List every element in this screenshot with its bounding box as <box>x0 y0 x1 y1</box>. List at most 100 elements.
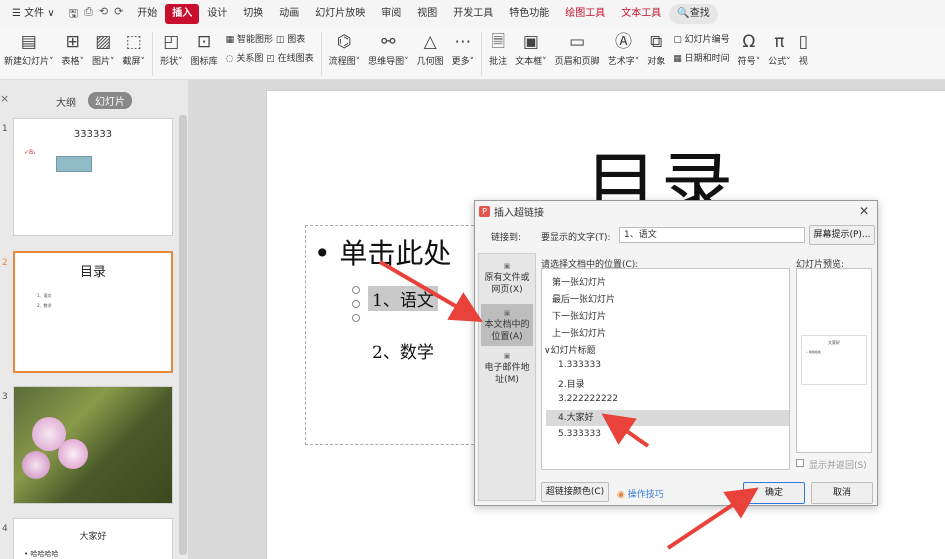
panel-scrollbar[interactable] <box>179 115 187 555</box>
table-icon: ⊞ <box>65 32 80 52</box>
object-button[interactable]: ⧉ 对象 <box>643 30 669 67</box>
video-button[interactable]: ▯ 视 <box>795 30 812 67</box>
link-color-button[interactable]: 超链接颜色(C) <box>541 482 609 502</box>
slide-thumbnail-4[interactable]: 大家好 • 哈哈哈哈 <box>13 518 173 559</box>
screen-tip-button[interactable]: 屏幕提示(P)... <box>809 225 875 245</box>
shape-button[interactable]: ◰ 形状˅ <box>156 30 187 67</box>
resize-handle[interactable] <box>352 286 360 294</box>
slide-thumbnail-1[interactable]: 333333 ✓B₁ <box>13 118 173 236</box>
tab-view[interactable]: 视图 <box>409 4 445 24</box>
slide-preview: 大家好 • 哈哈哈哈 <box>796 268 872 453</box>
wps-logo-icon: P <box>479 205 490 217</box>
tree-item[interactable]: 第一张幻灯片 <box>552 275 606 288</box>
tab-features[interactable]: 特色功能 <box>501 4 557 24</box>
slide-number: 3 <box>2 392 8 402</box>
undo-icon[interactable]: ⟲ <box>99 5 108 24</box>
document-place-tree[interactable]: 第一张幻灯片 最后一张幻灯片 下一张幻灯片 上一张幻灯片 ∨幻灯片标题 1.33… <box>541 268 790 470</box>
preview-text: • 哈哈哈哈 <box>806 350 821 354</box>
flowchart-icon: ⌬ <box>336 32 352 52</box>
insert-hyperlink-dialog: P 插入超链接 ✕ 链接到: 要显示的文字(T): 1、语文 屏幕提示(P)..… <box>474 200 878 506</box>
geometry-icon: △ <box>423 32 437 52</box>
wordart-button[interactable]: Ⓐ 艺术字˅ <box>604 30 644 67</box>
cancel-button[interactable]: 取消 <box>811 482 873 504</box>
tab-design[interactable]: 设计 <box>199 4 235 24</box>
mindmap-button[interactable]: ⚯ 思维导图˅ <box>364 30 413 67</box>
ok-button[interactable]: 确定 <box>743 482 805 504</box>
nav-existing-file[interactable]: ▣ 原有文件或网页(X) <box>481 260 533 296</box>
datetime-button[interactable]: ▦ 日期和时间 <box>673 51 729 64</box>
flower-image <box>58 439 88 469</box>
slide-number-button[interactable]: ▢ 幻灯片编号 <box>673 32 729 45</box>
comment-button[interactable]: 🗏 批注 <box>485 30 511 67</box>
thumb-title: 大家好 <box>79 532 107 542</box>
tab-transition[interactable]: 切换 <box>235 4 271 24</box>
dialog-titlebar: P 插入超链接 ✕ <box>475 201 877 221</box>
shape-icon: ◰ <box>163 32 180 52</box>
tab-review[interactable]: 审阅 <box>373 4 409 24</box>
resize-handle[interactable] <box>352 300 360 308</box>
flowchart-button[interactable]: ⌬ 流程图˅ <box>325 30 365 67</box>
table-button[interactable]: ⊞ 表格˅ <box>58 30 89 67</box>
panel-tabs: × 大纲 幻灯片 <box>0 92 188 110</box>
tab-insert[interactable]: 插入 <box>165 4 200 24</box>
formula-button[interactable]: π 公式˅ <box>764 30 795 67</box>
display-text-input[interactable]: 1、语文 <box>619 227 805 243</box>
smart-art-button[interactable]: ▦ 智能图形 ◫ 图表 <box>226 32 314 45</box>
tab-outline[interactable]: 大纲 <box>56 94 76 109</box>
tab-drawing-tools[interactable]: 绘图工具 <box>557 4 613 24</box>
tab-slideshow[interactable]: 幻灯片放映 <box>307 4 373 24</box>
tree-item-selected[interactable]: 4.大家好 <box>546 410 789 426</box>
slide-thumbnail-3[interactable] <box>13 386 173 504</box>
menu-bar: ☰ 文件 ∨ 🖫 ⎙ ⟲ ⟳ 开始 插入 设计 切换 动画 幻灯片放映 审阅 视… <box>0 0 945 28</box>
tab-animation[interactable]: 动画 <box>271 4 307 24</box>
more-icon: ⋯ <box>454 32 472 52</box>
smartart-group: ▦ 智能图形 ◫ 图表 ◌ 关系图 ◰ 在线图表 <box>222 30 318 66</box>
geometry-button[interactable]: △ 几何图 <box>413 30 448 67</box>
show-return-checkbox[interactable] <box>796 459 804 467</box>
slide-number: 4 <box>2 524 8 534</box>
slide-thumbnail-2[interactable]: 目录 1、语文 2、数学 <box>13 251 173 373</box>
tab-slides[interactable]: 幻灯片 <box>88 92 132 109</box>
icon-library-button[interactable]: ⊡ 图标库 <box>187 30 222 67</box>
new-slide-button[interactable]: ▤ 新建幻灯片˅ <box>0 30 58 67</box>
quick-access-toolbar: 🖫 ⎙ ⟲ ⟳ <box>63 5 130 24</box>
screenshot-button[interactable]: ⬚ 截屏˅ <box>119 30 150 67</box>
slide-number: 2 <box>2 258 8 268</box>
tree-item[interactable]: 3.222222222 <box>558 394 618 404</box>
tree-item[interactable]: 2.目录 <box>558 377 585 390</box>
tree-item[interactable]: 最后一张幻灯片 <box>552 292 615 305</box>
picture-button[interactable]: ▨ 图片˅ <box>88 30 119 67</box>
redo-icon[interactable]: ⟳ <box>114 5 123 24</box>
comment-icon: 🗏 <box>491 32 505 52</box>
tab-text-tools[interactable]: 文本工具 <box>613 4 669 24</box>
resize-handle[interactable] <box>352 314 360 322</box>
header-footer-button[interactable]: ▭ 页眉和页脚 <box>551 30 604 67</box>
close-panel-icon[interactable]: × <box>0 92 9 105</box>
selected-text-chinese[interactable]: 1、语文 <box>368 286 438 311</box>
tree-item[interactable]: 上一张幻灯片 <box>552 326 606 339</box>
nav-email[interactable]: ▣ 电子邮件地址(M) <box>481 350 533 386</box>
close-icon[interactable]: ✕ <box>859 204 869 218</box>
tree-item[interactable]: 5.333333 <box>558 429 601 439</box>
file-menu[interactable]: ☰ 文件 ∨ <box>4 4 63 24</box>
tips-link[interactable]: ◉ 操作技巧 <box>617 487 664 500</box>
email-icon: ▣ <box>503 352 511 360</box>
thumb-text: ✓B₁ <box>24 149 36 156</box>
print-icon[interactable]: ⎙ <box>84 5 93 24</box>
nav-this-document[interactable]: ▣ 本文档中的位置(A) <box>481 304 533 346</box>
save-icon[interactable]: 🖫 <box>69 5 78 24</box>
tab-developer[interactable]: 开发工具 <box>445 4 501 24</box>
symbol-button[interactable]: Ω 符号˅ <box>734 30 765 67</box>
tree-group-slide-titles[interactable]: ∨幻灯片标题 <box>544 343 596 356</box>
tree-item[interactable]: 下一张幻灯片 <box>552 309 606 322</box>
tree-item[interactable]: 1.333333 <box>558 360 601 370</box>
tab-home[interactable]: 开始 <box>129 4 165 24</box>
thumb-title: 333333 <box>73 129 113 140</box>
thumb-title: 目录 <box>79 265 106 280</box>
search-button[interactable]: 🔍查找 <box>669 4 718 24</box>
textbox-button[interactable]: ▣ 文本框˅ <box>511 30 551 67</box>
more-button[interactable]: ⋯ 更多˅ <box>448 30 479 67</box>
mindmap-icon: ⚯ <box>381 32 396 52</box>
relation-button[interactable]: ◌ 关系图 ◰ 在线图表 <box>226 51 314 64</box>
list-item-math[interactable]: 2、数学 <box>372 338 434 363</box>
